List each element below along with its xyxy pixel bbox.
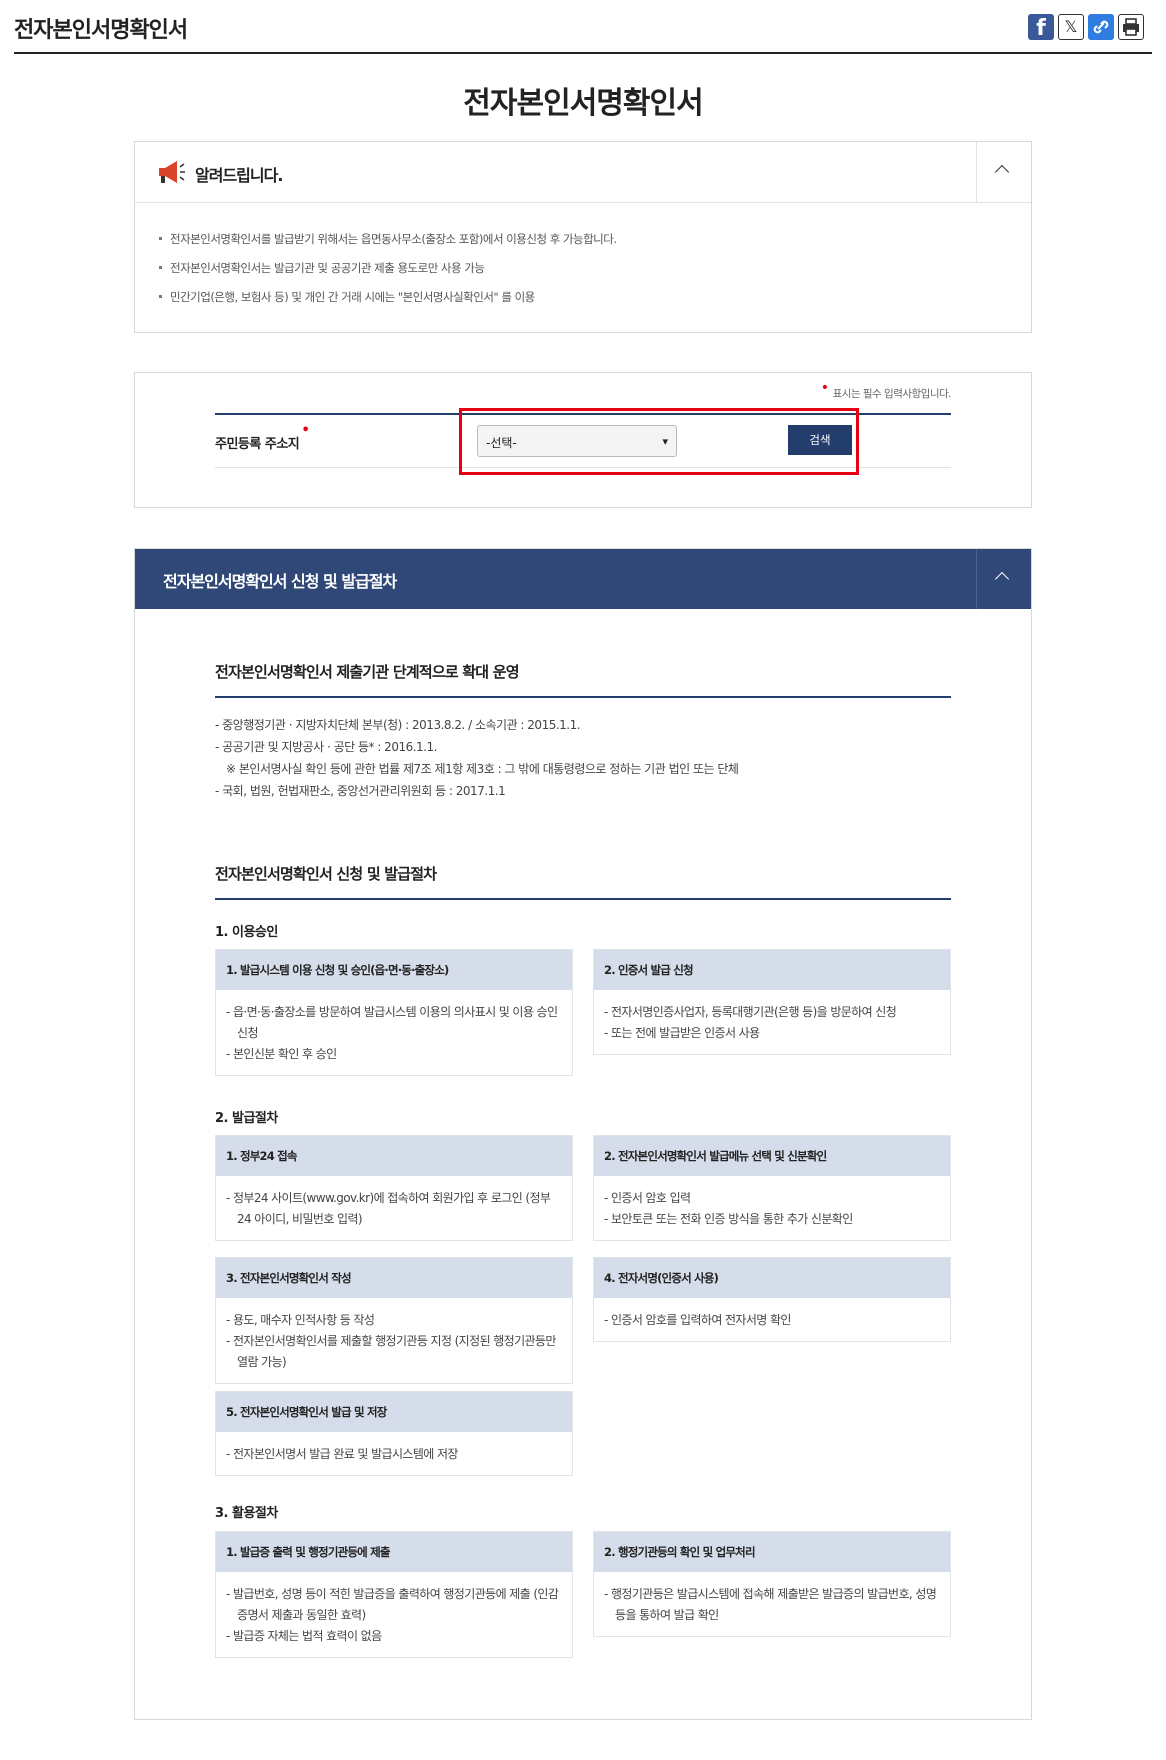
step-card: 2. 인증서 발급 신청 - 전자서명인증사업자, 등록대행기관(은행 등)을 … bbox=[593, 949, 951, 1055]
rollout-lines: - 중앙행정기관 · 지방자치단체 본부(청) : 2013.8.2. / 소속… bbox=[215, 714, 951, 802]
rollout-line: - 국회, 법원, 헌법재판소, 중앙선거관리위원회 등 : 2017.1.1 bbox=[215, 784, 506, 798]
card-line: - 발급증 자체는 법적 효력이 없음 bbox=[226, 1629, 382, 1643]
notice-item: 민간기업(은행, 보험사 등) 및 개인 간 거래 시에는 "본인서명사실확인서… bbox=[159, 289, 1031, 305]
card-line: - 본인신분 확인 후 승인 bbox=[226, 1047, 337, 1061]
highlight-box: -선택- ▾ 검색 bbox=[459, 408, 859, 475]
rollout-line: - 중앙행정기관 · 지방자치단체 본부(청) : 2013.8.2. / 소속… bbox=[215, 718, 581, 732]
step-heading: 1. 이용승인 bbox=[215, 925, 278, 940]
notice-collapse-button[interactable] bbox=[976, 142, 1031, 202]
card-title: 1. 발급시스템 이용 신청 및 승인(읍·면·동·출장소) bbox=[216, 950, 572, 990]
step-heading: 3. 활용절차 bbox=[215, 1506, 278, 1521]
section-title: 전자본인서명확인서 제출기관 단계적으로 확대 운영 bbox=[215, 661, 951, 698]
card-title: 5. 전자본인서명확인서 발급 및 저장 bbox=[216, 1392, 572, 1432]
card-title: 4. 전자서명(인증서 사용) bbox=[594, 1258, 950, 1298]
card-line: - 읍·면·동·출장소를 방문하여 발급시스템 이용의 의사표시 및 이용 승인… bbox=[226, 1005, 558, 1040]
chevron-down-icon: ▾ bbox=[662, 435, 668, 448]
notice-list: 전자본인서명확인서를 발급받기 위해서는 읍면동사무소(출장소 포함)에서 이용… bbox=[135, 203, 1031, 305]
step-heading: 2. 발급절차 bbox=[215, 1111, 278, 1126]
notice-header: 알려드립니다. bbox=[135, 142, 1031, 203]
step-card: 1. 발급시스템 이용 신청 및 승인(읍·면·동·출장소) - 읍·면·동·출… bbox=[215, 949, 573, 1076]
card-line: - 전자본인서명확인서를 제출할 행정기관등 지정 (지정된 행정기관등만 열람… bbox=[226, 1334, 556, 1369]
notice-item: 전자본인서명확인서는 발급기관 및 공공기관 제출 용도로만 사용 가능 bbox=[159, 260, 1031, 276]
procedure-header: 전자본인서명확인서 신청 및 발급절차 bbox=[135, 549, 1031, 609]
notice-item: 전자본인서명확인서를 발급받기 위해서는 읍면동사무소(출장소 포함)에서 이용… bbox=[159, 231, 1031, 247]
step-card: 3. 전자본인서명확인서 작성 - 용도, 매수자 인적사항 등 작성 - 전자… bbox=[215, 1257, 573, 1384]
card-line: - 발급번호, 성명 등이 적힌 발급증을 출력하여 행정기관등에 제출 (인감… bbox=[226, 1587, 559, 1622]
search-button[interactable]: 검색 bbox=[788, 425, 852, 455]
card-title: 2. 행정기관등의 확인 및 업무처리 bbox=[594, 1532, 950, 1572]
address-label: 주민등록 주소지 bbox=[215, 423, 310, 452]
step-card: 2. 행정기관등의 확인 및 업무처리 - 행정기관등은 발급시스템에 접속해 … bbox=[593, 1531, 951, 1637]
share-buttons: f 𝕏 bbox=[1028, 14, 1144, 41]
print-icon[interactable] bbox=[1118, 14, 1144, 40]
card-title: 1. 정부24 접속 bbox=[216, 1136, 572, 1176]
select-value: -선택- bbox=[486, 436, 517, 450]
x-icon[interactable]: 𝕏 bbox=[1058, 14, 1084, 40]
facebook-icon[interactable]: f bbox=[1028, 14, 1054, 41]
address-select[interactable]: -선택- ▾ bbox=[477, 425, 677, 457]
step-card: 2. 전자본인서명확인서 발급메뉴 선택 및 신분확인 - 인증서 암호 입력 … bbox=[593, 1135, 951, 1241]
rollout-note: ※ 본인서명사실 확인 등에 관한 법률 제7조 제1항 제3호 : 그 밖에 … bbox=[226, 762, 739, 776]
page-title: 전자본인서명확인서 bbox=[463, 86, 703, 121]
card-line: - 전자서명인증사업자, 등록대행기관(은행 등)을 방문하여 신청 bbox=[604, 1005, 897, 1019]
card-line: - 보안토큰 또는 전화 인증 방식을 통한 추가 신분확인 bbox=[604, 1212, 853, 1226]
link-icon[interactable] bbox=[1088, 14, 1114, 40]
address-search-form: 표시는 필수 입력사항입니다. 주민등록 주소지 -선택- ▾ 검색 bbox=[134, 372, 1032, 508]
section-title: 전자본인서명확인서 신청 및 발급절차 bbox=[215, 863, 951, 900]
card-line: - 또는 전에 발급받은 인증서 사용 bbox=[604, 1026, 760, 1040]
step-card: 5. 전자본인서명확인서 발급 및 저장 - 전자본인서명서 발급 완료 및 발… bbox=[215, 1391, 573, 1476]
top-header: 전자본인서명확인서 f 𝕏 bbox=[14, 0, 1152, 54]
card-line: - 용도, 매수자 인적사항 등 작성 bbox=[226, 1313, 375, 1327]
notice-title: 알려드립니다. bbox=[195, 166, 283, 185]
chevron-up-icon bbox=[994, 571, 1010, 587]
form-row: 주민등록 주소지 -선택- ▾ 검색 bbox=[215, 408, 951, 475]
procedure-section: 전자본인서명확인서 신청 및 발급절차 전자본인서명확인서 제출기관 단계적으로… bbox=[134, 548, 1032, 1720]
card-line: - 정부24 사이트(www.gov.kr)에 접속하여 회원가입 후 로그인 … bbox=[226, 1191, 551, 1226]
required-note: 표시는 필수 입력사항입니다. bbox=[821, 385, 952, 401]
chevron-up-icon bbox=[994, 164, 1010, 180]
notice-box: 알려드립니다. 전자본인서명확인서를 발급받기 위해서는 읍면동사무소(출장소 … bbox=[134, 141, 1032, 333]
step-card: 1. 발급증 출력 및 행정기관등에 제출 - 발급번호, 성명 등이 적힌 발… bbox=[215, 1531, 573, 1658]
megaphone-icon bbox=[155, 158, 187, 190]
card-line: - 인증서 암호 입력 bbox=[604, 1191, 691, 1205]
procedure-collapse-button[interactable] bbox=[976, 549, 1031, 609]
procedure-title: 전자본인서명확인서 신청 및 발급절차 bbox=[163, 572, 397, 591]
card-title: 1. 발급증 출력 및 행정기관등에 제출 bbox=[216, 1532, 572, 1572]
card-line: - 행정기관등은 발급시스템에 접속해 제출받은 발급증의 발급번호, 성명 등… bbox=[604, 1587, 937, 1622]
step-card: 4. 전자서명(인증서 사용) - 인증서 암호를 입력하여 전자서명 확인 bbox=[593, 1257, 951, 1342]
card-line: - 인증서 암호를 입력하여 전자서명 확인 bbox=[604, 1313, 791, 1327]
rollout-line: - 공공기관 및 지방공사 · 공단 등* : 2016.1.1. bbox=[215, 740, 437, 754]
header-title: 전자본인서명확인서 bbox=[14, 18, 188, 43]
card-title: 2. 전자본인서명확인서 발급메뉴 선택 및 신분확인 bbox=[594, 1136, 950, 1176]
card-line: - 전자본인서명서 발급 완료 및 발급시스템에 저장 bbox=[226, 1447, 458, 1461]
step-card: 1. 정부24 접속 - 정부24 사이트(www.gov.kr)에 접속하여 … bbox=[215, 1135, 573, 1241]
card-title: 3. 전자본인서명확인서 작성 bbox=[216, 1258, 572, 1298]
card-title: 2. 인증서 발급 신청 bbox=[594, 950, 950, 990]
